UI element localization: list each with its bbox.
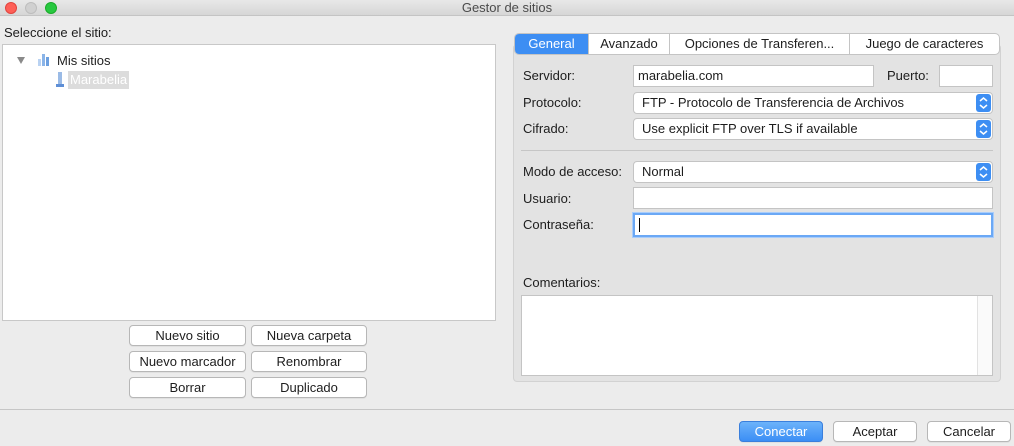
port-input[interactable] xyxy=(939,65,993,87)
tab-general[interactable]: General xyxy=(515,34,589,54)
cancel-button[interactable]: Cancelar xyxy=(927,421,1011,442)
footer-divider xyxy=(0,409,1014,410)
protocol-label: Protocolo: xyxy=(523,95,582,110)
protocol-value: FTP - Protocolo de Transferencia de Arch… xyxy=(642,95,905,110)
site-tree[interactable]: Mis sitios Marabelia xyxy=(2,44,496,321)
new-folder-button[interactable]: Nueva carpeta xyxy=(251,325,367,346)
access-mode-label: Modo de acceso: xyxy=(523,164,623,179)
chevron-updown-icon xyxy=(976,120,991,138)
connect-button[interactable]: Conectar xyxy=(739,421,823,442)
port-label: Puerto: xyxy=(887,68,929,83)
new-bookmark-button[interactable]: Nuevo marcador xyxy=(129,351,246,372)
chevron-updown-icon xyxy=(976,163,991,181)
rename-button[interactable]: Renombrar xyxy=(251,351,367,372)
tab-charset[interactable]: Juego de caracteres xyxy=(850,34,999,54)
access-mode-select[interactable]: Normal xyxy=(633,161,993,183)
comments-textarea[interactable] xyxy=(521,295,993,376)
tab-bar: General Avanzado Opciones de Transferen.… xyxy=(514,33,1000,55)
encryption-value: Use explicit FTP over TLS if available xyxy=(642,121,858,136)
user-input[interactable] xyxy=(633,187,993,209)
disclosure-triangle-icon[interactable] xyxy=(17,57,25,64)
accept-button[interactable]: Aceptar xyxy=(833,421,917,442)
new-site-button[interactable]: Nuevo sitio xyxy=(129,325,246,346)
window-title: Gestor de sitios xyxy=(461,0,553,15)
tree-root-label: Mis sitios xyxy=(57,53,111,68)
password-input[interactable] xyxy=(633,213,993,237)
tab-transfer-options[interactable]: Opciones de Transferen... xyxy=(670,34,850,54)
encryption-select[interactable]: Use explicit FTP over TLS if available xyxy=(633,118,993,140)
server-input[interactable]: marabelia.com xyxy=(633,65,874,87)
select-site-label: Seleccione el sitio: xyxy=(4,25,112,40)
title-bar: Gestor de sitios xyxy=(0,0,1014,16)
encryption-label: Cifrado: xyxy=(523,121,569,136)
chevron-updown-icon xyxy=(976,94,991,112)
tree-root-row[interactable]: Mis sitios xyxy=(15,52,215,70)
user-label: Usuario: xyxy=(523,191,572,206)
delete-button[interactable]: Borrar xyxy=(129,377,246,398)
duplicate-button[interactable]: Duplicado xyxy=(251,377,367,398)
protocol-select[interactable]: FTP - Protocolo de Transferencia de Arch… xyxy=(633,92,993,114)
server-label: Servidor: xyxy=(523,68,576,83)
password-label: Contraseña: xyxy=(523,217,594,232)
comments-label: Comentarios: xyxy=(523,275,601,290)
access-mode-value: Normal xyxy=(642,164,684,179)
comments-scrollbar[interactable] xyxy=(977,296,992,375)
section-divider xyxy=(521,150,993,151)
tree-site-label[interactable]: Marabelia xyxy=(68,71,130,89)
sites-folder-icon xyxy=(38,54,49,66)
site-icon xyxy=(56,72,64,87)
tree-site-row[interactable]: Marabelia xyxy=(53,71,253,89)
tab-advanced[interactable]: Avanzado xyxy=(589,34,670,54)
text-caret xyxy=(639,218,640,232)
